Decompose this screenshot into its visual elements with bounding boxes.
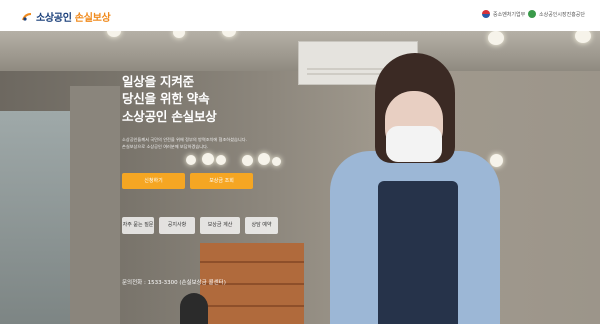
pendant-light-icon: [272, 157, 281, 166]
worker-apron: [378, 181, 458, 324]
hero-title-line-1: 일상을 지켜준: [122, 74, 194, 89]
pendant-light-icon: [216, 155, 226, 165]
hero-title-line-3: 소상공인 손실보상: [122, 109, 217, 124]
hero-pillar: [70, 86, 120, 324]
pendant-light-icon: [202, 153, 214, 165]
gov-logo-mss-label: 중소벤처기업부: [493, 11, 526, 18]
pendant-light-icon: [258, 153, 270, 165]
quick-link-consultation[interactable]: 상담 예약: [245, 217, 278, 234]
semas-emblem-icon: [528, 10, 536, 18]
hero-banner: 일상을 지켜준 당신을 위한 약속 소상공인 손실보상 소상공인들께서 국민의 …: [0, 31, 600, 324]
apply-button[interactable]: 신청하기: [122, 173, 185, 189]
face-mask: [386, 126, 442, 162]
site-header: 소상공인 손실보상 중소벤처기업부 소상공인시장진흥공단: [0, 0, 600, 32]
ceiling-light-icon: [488, 31, 504, 45]
logo-text-accent: 손실보상: [74, 13, 111, 24]
quick-link-notice[interactable]: 공지사항: [159, 217, 195, 234]
hero-description-line-2: 손실보상으로 소상공인 여러분께 보답하겠습니다.: [122, 144, 209, 149]
pendant-light-icon: [186, 155, 196, 165]
lookup-button[interactable]: 보상금 조회: [190, 173, 253, 189]
quick-link-calculator[interactable]: 보상금 계산: [200, 217, 240, 234]
logo-mark-icon: [22, 12, 32, 21]
gov-logo-mss[interactable]: 중소벤처기업부: [482, 10, 525, 18]
gov-logo-semas-label: 소상공인시장진흥공단: [539, 11, 586, 18]
hero-description-line-1: 소상공인들께서 국민의 안전을 위해 정부의 방역조치에 협조하셨습니다.: [122, 137, 247, 142]
pendant-light-icon: [242, 155, 253, 166]
site-logo[interactable]: 소상공인 손실보상: [22, 9, 111, 24]
background-person: [180, 293, 208, 324]
gov-logo-semas[interactable]: 소상공인시장진흥공단: [528, 10, 585, 18]
hero-window: [0, 111, 70, 324]
quick-link-faq[interactable]: 자주 묻는 질문: [122, 217, 154, 234]
pendant-light-icon: [490, 154, 503, 167]
hero-title-line-2: 당신을 위한 약속: [122, 91, 210, 106]
logo-text-primary: 소상공인: [36, 13, 72, 24]
contact-phone: 문의전화 : 1533-3300 (손실보상금 콜센터): [122, 280, 226, 286]
government-emblem-icon: [482, 10, 490, 18]
